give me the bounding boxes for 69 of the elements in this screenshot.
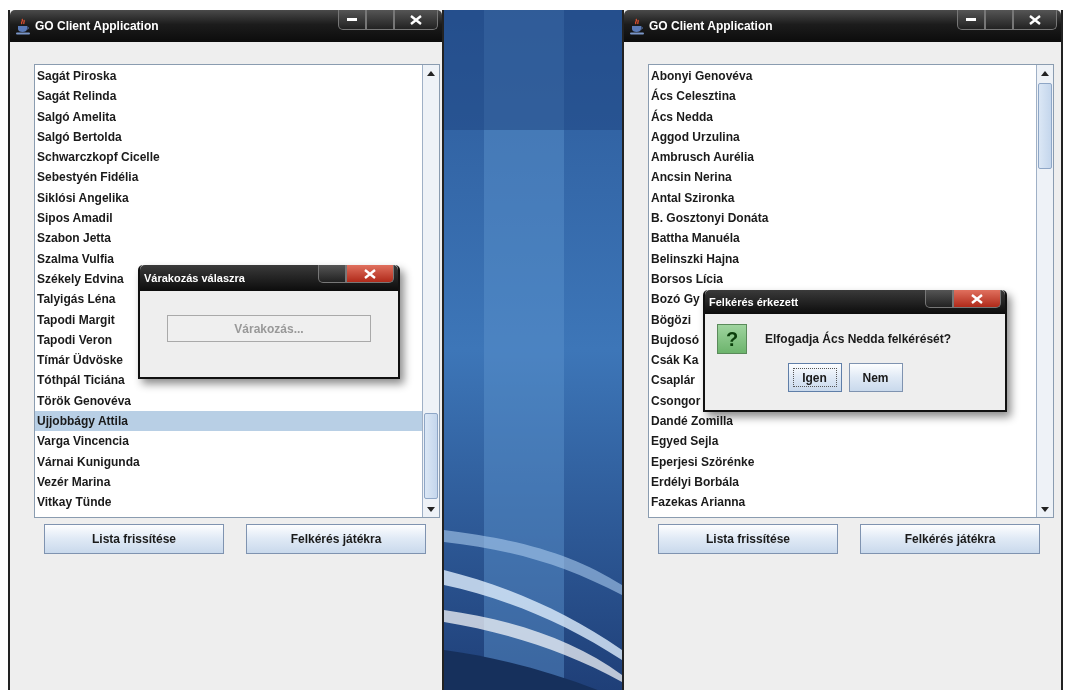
window-title: GO Client Application [649, 19, 773, 33]
list-item[interactable]: Antal Szironka [649, 187, 1036, 209]
scroll-up-icon[interactable] [427, 70, 435, 76]
list-item[interactable]: Eperjesi Szörénke [649, 451, 1036, 472]
cup-icon [630, 17, 644, 35]
list-item[interactable]: Abonyi Genovéva [649, 66, 1036, 87]
dialog-title: Várakozás válaszra [144, 272, 245, 284]
list-item[interactable]: Egyed Sejla [649, 431, 1036, 452]
list-item[interactable]: Aggod Urzulina [649, 126, 1036, 148]
list-item[interactable]: Várnai Kunigunda [35, 451, 422, 472]
dialog-message: Elfogadja Ács Nedda felkérését? [765, 332, 952, 346]
list-item[interactable]: Ujjobbágy Attila [35, 411, 422, 432]
close-icon [364, 268, 376, 279]
list-item[interactable]: Sebestyén Fidélia [35, 167, 422, 188]
scrollbar[interactable] [1036, 65, 1053, 517]
list-item[interactable]: Ancsin Nerina [649, 167, 1036, 188]
close-button[interactable] [394, 10, 438, 30]
list-item[interactable]: Schwarczkopf Cicelle [35, 147, 422, 168]
list-item[interactable]: B. Gosztonyi Donáta [649, 208, 1036, 229]
list-item[interactable]: Dandé Zomilla [649, 411, 1036, 432]
scroll-thumb[interactable] [424, 413, 438, 499]
list-item[interactable]: Sipos Amadil [35, 208, 422, 229]
scroll-down-icon[interactable] [427, 506, 435, 512]
list-item[interactable]: Ambrusch Aurélia [649, 147, 1036, 168]
action-button[interactable]: Lista frissítése [44, 524, 224, 554]
list-item[interactable]: Sagát Piroska [35, 66, 422, 87]
cup-icon [16, 17, 30, 35]
list-item[interactable]: Siklósi Angelika [35, 187, 422, 209]
list-item[interactable]: Fazekas Arianna [649, 492, 1036, 513]
close-icon [410, 14, 422, 25]
close-button[interactable] [1013, 10, 1057, 30]
close-icon [1029, 14, 1041, 25]
minimize-button[interactable] [957, 10, 985, 30]
minimize-icon [347, 18, 357, 21]
minimize-icon [966, 18, 976, 21]
waiting-indicator: Várakozás... [167, 315, 371, 342]
list-item[interactable]: Vitkay Tünde [35, 492, 422, 513]
dialog-button[interactable]: Igen [787, 363, 842, 392]
question-icon: ? [717, 324, 747, 354]
list-item[interactable]: Sagát Relinda [35, 86, 422, 107]
dialog-title: Felkérés érkezett [709, 296, 799, 308]
scroll-thumb[interactable] [1038, 83, 1052, 169]
list-item[interactable]: Borsos Lícia [649, 268, 1036, 290]
list-item[interactable]: Battha Manuéla [649, 228, 1036, 249]
close-button[interactable] [346, 265, 394, 283]
list-item[interactable]: Ács Nedda [649, 106, 1036, 127]
minimize-button[interactable] [338, 10, 366, 30]
list-item[interactable]: Ács Celesztina [649, 86, 1036, 107]
list-item[interactable]: Szabon Jetta [35, 228, 422, 249]
list-item[interactable]: Török Genovéva [35, 390, 422, 412]
action-button[interactable]: Lista frissítése [658, 524, 838, 554]
close-icon [971, 293, 983, 304]
list-item[interactable]: Szalma Vulfia [35, 248, 422, 269]
action-button[interactable]: Felkérés játékra [246, 524, 426, 554]
list-item[interactable]: Varga Vincencia [35, 431, 422, 452]
list-item[interactable]: Erdélyi Borbála [649, 471, 1036, 493]
scroll-down-icon[interactable] [1041, 506, 1049, 512]
maximize-button[interactable] [366, 10, 394, 30]
window-title: GO Client Application [35, 19, 159, 33]
action-button[interactable]: Felkérés játékra [860, 524, 1040, 554]
scrollbar[interactable] [422, 65, 439, 517]
list-item[interactable]: Salgó Amelita [35, 106, 422, 127]
list-item[interactable]: Belinszki Hajna [649, 248, 1036, 269]
scroll-up-icon[interactable] [1041, 70, 1049, 76]
dialog-button[interactable]: Nem [848, 363, 903, 392]
list-item[interactable]: Vezér Marina [35, 471, 422, 493]
close-button[interactable] [953, 290, 1001, 308]
list-item[interactable]: Salgó Bertolda [35, 126, 422, 148]
maximize-button[interactable] [985, 10, 1013, 30]
